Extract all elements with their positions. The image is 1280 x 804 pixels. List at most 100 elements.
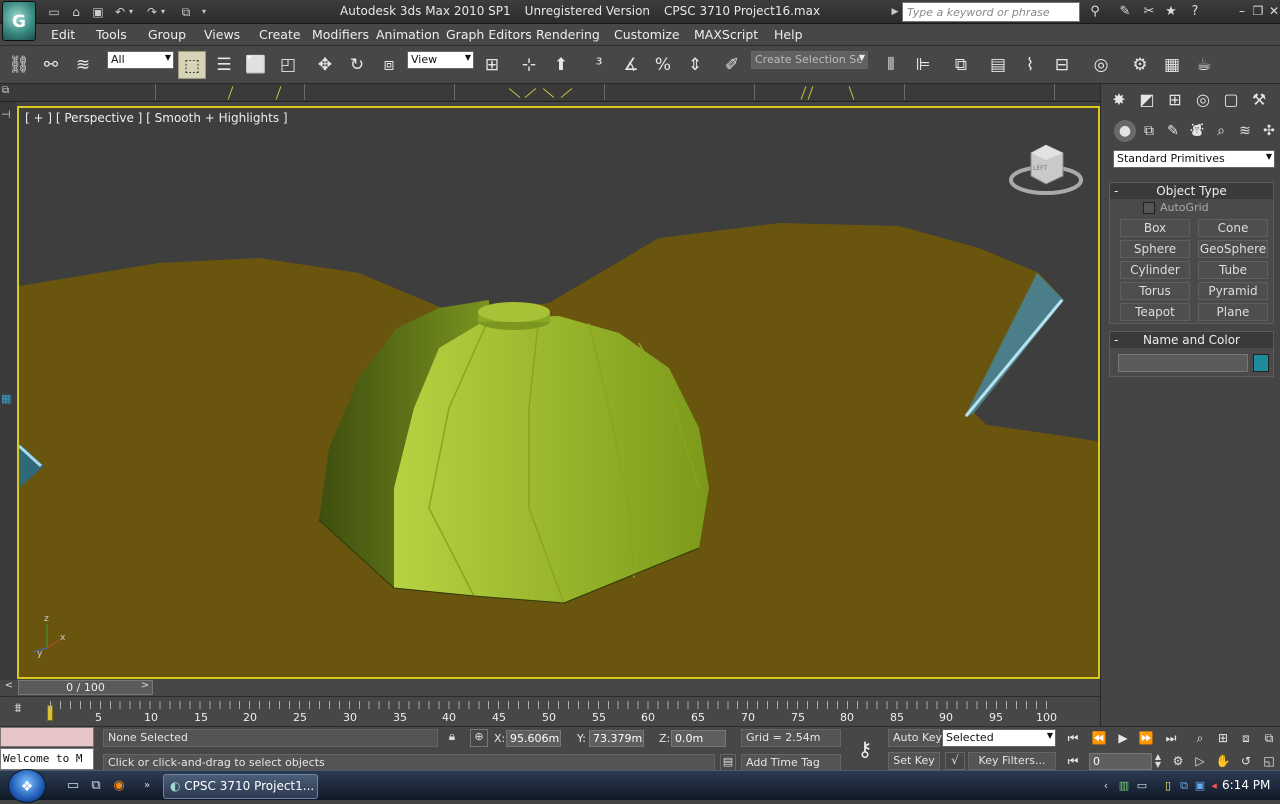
restore-icon[interactable]: ❐ xyxy=(1250,2,1266,20)
cone-button[interactable]: Cone xyxy=(1198,219,1268,237)
taskbar-3dsmax-button[interactable]: ◐ CPSC 3710 Project1... xyxy=(163,774,318,799)
systems-icon[interactable]: ✣ xyxy=(1258,120,1280,142)
tray-network-icon[interactable]: ▥ xyxy=(1116,778,1132,794)
time-configuration-icon[interactable]: ⚙ xyxy=(1168,752,1188,770)
x-coordinate-field[interactable]: 95.606m xyxy=(506,730,561,747)
viewport-layout-icon[interactable]: ⧉ xyxy=(2,85,14,99)
slider-next-icon[interactable]: > xyxy=(138,680,152,695)
pyramid-button[interactable]: Pyramid xyxy=(1198,282,1268,300)
maximize-viewport-icon[interactable]: ◱ xyxy=(1259,752,1279,770)
object-name-input[interactable] xyxy=(1118,354,1248,372)
align-icon[interactable]: ⊫ xyxy=(909,51,937,79)
quick-launch-more-icon[interactable]: » xyxy=(138,777,156,795)
z-coordinate-field[interactable]: 0.0m xyxy=(671,730,726,747)
key-filters-button[interactable]: Key Filters... xyxy=(968,752,1056,770)
select-object-icon[interactable]: ⬚ xyxy=(178,51,206,79)
viewcube[interactable]: LEFT xyxy=(1009,144,1083,195)
minimize-icon[interactable]: – xyxy=(1234,2,1250,20)
menu-create[interactable]: Create xyxy=(259,27,301,42)
rendered-frame-window-icon[interactable]: ▦ xyxy=(1158,51,1186,79)
motion-tab-icon[interactable]: ◎ xyxy=(1190,88,1216,112)
key-mode-toggle-icon[interactable]: ⏮ xyxy=(1063,752,1083,770)
select-and-link-icon[interactable]: ⛓ xyxy=(5,51,33,79)
favorites-icon[interactable]: ★ xyxy=(1160,3,1182,21)
create-tab-icon[interactable]: ✸ xyxy=(1106,88,1132,112)
box-button[interactable]: Box xyxy=(1120,219,1190,237)
default-in-out-tangents-icon[interactable]: √ xyxy=(945,752,965,770)
current-frame-field[interactable]: 0 xyxy=(1089,753,1152,770)
menu-help[interactable]: Help xyxy=(774,27,803,42)
zoom-extents-icon[interactable]: ⧈ xyxy=(1236,729,1256,747)
set-key-button[interactable]: Set Key xyxy=(888,752,940,770)
select-and-move-icon[interactable]: ✥ xyxy=(311,51,339,79)
undo-dropdown-icon[interactable]: ▾ xyxy=(126,3,136,21)
modify-tab-icon[interactable]: ◩ xyxy=(1134,88,1160,112)
absolute-mode-icon[interactable]: ⊕ xyxy=(470,729,488,747)
named-selection-set-dropdown[interactable]: Create Selection Se ▼ xyxy=(751,51,868,69)
cylinder-button[interactable]: Cylinder xyxy=(1120,261,1190,279)
maxscript-welcome-field[interactable]: Welcome to M xyxy=(0,748,94,770)
primitive-category-dropdown[interactable]: Standard Primitives ▼ xyxy=(1113,150,1275,168)
slider-prev-icon[interactable]: < xyxy=(2,680,16,695)
y-coordinate-field[interactable]: 73.379m xyxy=(589,730,644,747)
plane-button[interactable]: Plane xyxy=(1198,303,1268,321)
key-mode-dropdown[interactable]: Selected ▼ xyxy=(942,729,1056,747)
tray-expand-icon[interactable]: ‹ xyxy=(1098,778,1114,794)
window-switcher-icon[interactable]: ⧉ xyxy=(87,777,105,795)
new-file-icon[interactable]: ▭ xyxy=(44,3,64,21)
tray-battery-icon[interactable]: ▯ xyxy=(1160,778,1176,794)
menu-maxscript[interactable]: MAXScript xyxy=(694,27,758,42)
menu-customize[interactable]: Customize xyxy=(614,27,680,42)
teapot-button[interactable]: Teapot xyxy=(1120,303,1190,321)
firefox-icon[interactable]: ◉ xyxy=(110,777,128,795)
pivot-point-center-icon[interactable]: ⊞ xyxy=(478,51,506,79)
app-logo[interactable]: G xyxy=(2,1,36,41)
autogrid-checkbox[interactable] xyxy=(1143,202,1155,214)
next-frame-icon[interactable]: ⏩ xyxy=(1136,729,1156,747)
maxscript-listener-input[interactable] xyxy=(0,727,94,747)
object-type-header[interactable]: - Object Type xyxy=(1110,183,1273,199)
geosphere-button[interactable]: GeoSphere xyxy=(1198,240,1268,258)
viewport-label[interactable]: [ + ] [ Perspective ] [ Smooth + Highlig… xyxy=(25,111,288,125)
previous-frame-icon[interactable]: ⏪ xyxy=(1089,729,1109,747)
angle-snap-icon[interactable]: ∡ xyxy=(617,51,645,79)
zoom-icon[interactable]: ⌕ xyxy=(1190,729,1210,747)
open-file-icon[interactable]: ⌂ xyxy=(66,3,86,21)
show-desktop-icon[interactable]: ▭ xyxy=(64,777,82,795)
layer-manager-icon[interactable]: ⧉ xyxy=(947,51,975,79)
communication-center-icon[interactable]: ✎ xyxy=(1114,3,1136,21)
helpers-icon[interactable]: ⌕ xyxy=(1210,120,1232,142)
scene-explorer-icon[interactable]: ▦ xyxy=(1,392,11,405)
torus-button[interactable]: Torus xyxy=(1120,282,1190,300)
select-and-scale-icon[interactable]: ⧈ xyxy=(375,51,403,79)
lights-icon[interactable]: ✎ xyxy=(1162,120,1184,142)
auto-key-button[interactable]: Auto Key xyxy=(888,729,942,747)
reference-coordinate-dropdown[interactable]: View ▼ xyxy=(407,51,474,69)
name-and-color-header[interactable]: - Name and Color xyxy=(1110,332,1273,348)
keyboard-shortcut-override-icon[interactable]: ⬆ xyxy=(547,51,575,79)
material-editor-icon[interactable]: ◎ xyxy=(1087,51,1115,79)
sphere-button[interactable]: Sphere xyxy=(1120,240,1190,258)
percent-snap-icon[interactable]: % xyxy=(649,51,677,79)
quick-access-dropdown-icon[interactable]: ▾ xyxy=(198,3,210,21)
menu-modifiers[interactable]: Modifiers xyxy=(312,27,369,42)
subscription-icon[interactable]: ✂ xyxy=(1138,3,1160,21)
time-slider[interactable]: 0 / 100 xyxy=(18,680,153,695)
rectangular-selection-icon[interactable]: ⬜ xyxy=(242,51,270,79)
select-and-rotate-icon[interactable]: ↻ xyxy=(343,51,371,79)
lock-selection-icon[interactable]: 🔒︎ xyxy=(444,729,460,747)
menu-graph-editors[interactable]: Graph Editors xyxy=(446,27,532,42)
play-icon[interactable]: ▶ xyxy=(1113,729,1133,747)
graphite-modeling-icon[interactable]: ▤ xyxy=(984,51,1012,79)
unlink-selection-icon[interactable]: ⚯ xyxy=(37,51,65,79)
select-by-name-icon[interactable]: ☰ xyxy=(210,51,238,79)
zoom-extents-all-icon[interactable]: ⧉ xyxy=(1259,729,1279,747)
render-setup-icon[interactable]: ⚙ xyxy=(1126,51,1154,79)
cameras-icon[interactable]: ⛇ xyxy=(1186,120,1208,142)
menu-edit[interactable]: Edit xyxy=(51,27,75,42)
mirror-icon[interactable]: ⫴ xyxy=(877,51,905,79)
close-icon[interactable]: ✕ xyxy=(1266,2,1280,20)
pan-view-icon[interactable]: ✋ xyxy=(1213,752,1233,770)
go-to-start-icon[interactable]: ⏮ xyxy=(1063,729,1083,747)
binoculars-icon[interactable]: ⚲ xyxy=(1084,3,1106,21)
